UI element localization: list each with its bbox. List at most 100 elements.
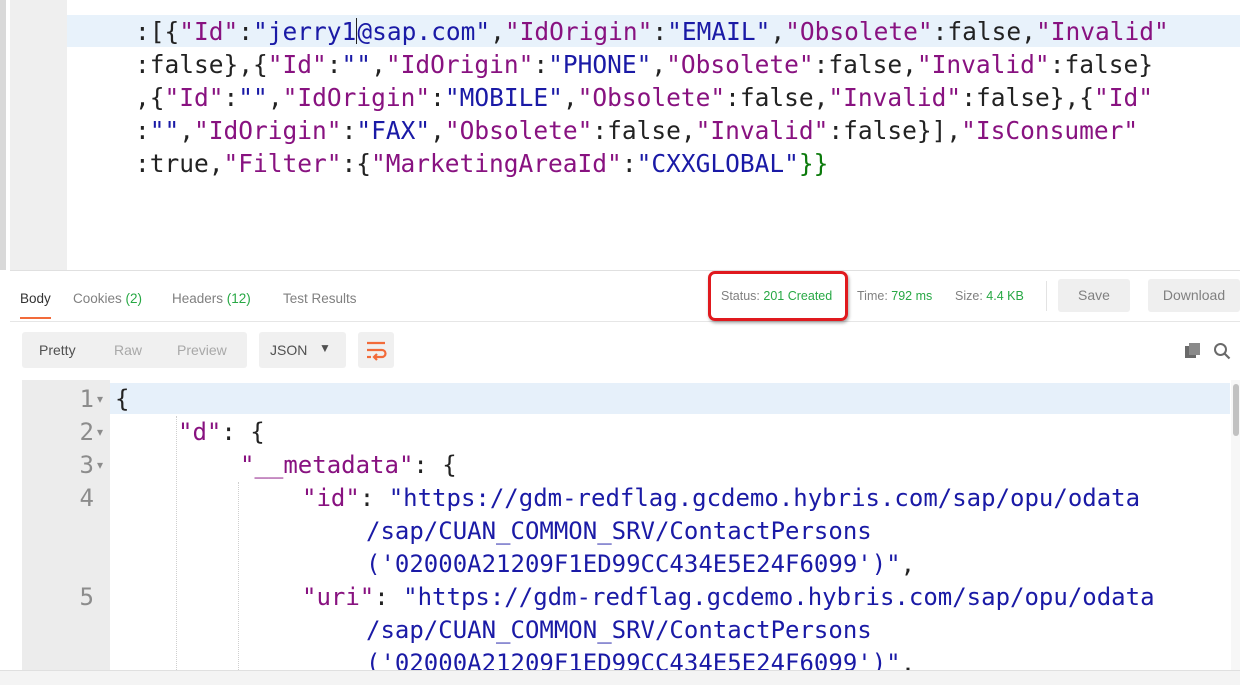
code-token: "Invalid" xyxy=(828,83,962,112)
response-code-line: "__metadata": { xyxy=(240,449,457,482)
window-status-bar xyxy=(0,670,1240,685)
save-button[interactable]: Save xyxy=(1058,279,1130,312)
code-token: , xyxy=(651,50,667,79)
code-token: "Obsolete" xyxy=(785,17,933,46)
code-token: :false} xyxy=(1049,50,1153,79)
caret-down-icon: ▼ xyxy=(319,341,331,355)
response-code-line: "id": "https://gdm-redflag.gcdemo.hybris… xyxy=(302,482,1140,515)
fold-arrow-icon[interactable]: ▾ xyxy=(97,458,103,472)
response-body-viewer[interactable]: 1 ▾{2 ▾ "d": {3 ▾ "__metadata": {4 "id": "http… xyxy=(10,380,1240,670)
code-token: : xyxy=(223,83,239,112)
code-token: "jerry1 xyxy=(253,17,357,46)
response-code-line: ('02000A21209F1ED99CC434E5E24F6099')", xyxy=(366,647,915,670)
line-number: 5 xyxy=(79,583,94,611)
request-code-line: :false},{"Id":"","IdOrigin":"PHONE","Obs… xyxy=(135,48,1153,81)
view-preview[interactable]: Preview xyxy=(177,342,227,358)
response-code-line: { xyxy=(115,383,129,416)
code-token: : xyxy=(359,484,389,512)
code-token: :{ xyxy=(341,149,372,178)
code-token: "EMAIL" xyxy=(667,17,771,46)
copy-icon[interactable] xyxy=(1184,342,1202,360)
code-token: , xyxy=(267,83,283,112)
fold-arrow-icon[interactable]: ▾ xyxy=(97,425,103,439)
code-token: : xyxy=(326,50,342,79)
code-token: , xyxy=(770,17,786,46)
code-token: { xyxy=(115,385,130,413)
response-code-line: /sap/CUAN_COMMON_SRV/ContactPersons xyxy=(366,515,872,548)
tab-headers-label: Headers xyxy=(172,291,224,306)
response-tab-bar: Body Cookies (2) Headers (12) Test Resul… xyxy=(10,270,1240,322)
status-value: 201 Created xyxy=(763,289,833,303)
response-toolbar: Pretty Raw Preview JSON ▼ xyxy=(10,320,1240,380)
code-token: "Id" xyxy=(1093,83,1153,112)
code-token: "Invalid" xyxy=(1035,17,1169,46)
code-token: "Invalid" xyxy=(695,116,829,145)
tab-cookies-count: (2) xyxy=(125,291,143,306)
code-token: "id" xyxy=(302,484,360,512)
tab-cookies-label: Cookies xyxy=(73,291,122,306)
search-icon[interactable] xyxy=(1213,342,1231,360)
line-number: 2 xyxy=(79,418,94,446)
code-token: :false, xyxy=(932,17,1036,46)
response-active-line xyxy=(110,383,1230,414)
code-token: , xyxy=(562,83,578,112)
divider xyxy=(1046,281,1047,311)
code-token: "Invalid" xyxy=(916,50,1050,79)
code-token: , xyxy=(900,550,916,578)
code-token: : xyxy=(533,50,549,79)
code-token: "" xyxy=(341,50,372,79)
code-token: :false, xyxy=(813,50,917,79)
code-token: : xyxy=(238,17,254,46)
tab-body[interactable]: Body xyxy=(20,291,51,319)
scrollbar-thumb[interactable] xyxy=(1233,384,1239,436)
line-number: 4 xyxy=(79,484,94,512)
tab-test-results[interactable]: Test Results xyxy=(283,291,357,306)
fold-arrow-icon[interactable]: ▾ xyxy=(97,392,103,406)
code-token: , xyxy=(430,116,445,145)
view-pretty[interactable]: Pretty xyxy=(39,342,76,358)
code-token: :false},{ xyxy=(961,83,1094,112)
code-token: }} xyxy=(798,149,829,178)
editor-left-border xyxy=(0,0,6,270)
code-token: "IdOrigin" xyxy=(194,116,342,145)
size-label: Size: xyxy=(955,289,983,303)
tab-headers[interactable]: Headers (12) xyxy=(172,291,251,306)
download-button[interactable]: Download xyxy=(1148,279,1240,312)
request-body-editor[interactable]: """"""""""""""""""""""""""""""""""""""""… xyxy=(0,0,1240,270)
code-token: "IdOrigin" xyxy=(504,17,653,46)
code-token: : xyxy=(341,116,357,145)
code-token: "IsConsumer" xyxy=(961,116,1139,145)
code-token: "IdOrigin" xyxy=(385,50,534,79)
code-token: "d" xyxy=(178,418,222,446)
response-code-line: "uri": "https://gdm-redflag.gcdemo.hybri… xyxy=(302,581,1155,614)
tab-cookies[interactable]: Cookies (2) xyxy=(73,291,142,306)
request-line-gutter xyxy=(10,0,67,270)
code-token: : xyxy=(135,116,150,145)
code-token: "__metadata" xyxy=(240,451,414,479)
code-token: "Filter" xyxy=(223,149,342,178)
code-token: @sap.com" xyxy=(357,17,491,46)
code-token: "Obsolete" xyxy=(444,116,593,145)
wrap-lines-icon xyxy=(367,341,387,361)
code-token: :false},{ xyxy=(135,50,268,79)
code-token: , xyxy=(179,116,195,145)
code-token: :false, xyxy=(725,83,829,112)
code-token: "MarketingAreaId" xyxy=(371,149,622,178)
view-raw[interactable]: Raw xyxy=(114,342,142,358)
response-code-line: /sap/CUAN_COMMON_SRV/ContactPersons xyxy=(366,614,872,647)
time-value: 792 ms xyxy=(891,289,933,303)
time-label: Time: xyxy=(857,289,888,303)
code-token: """"""""""""""""""""""""""""""""""""""""… xyxy=(135,0,1156,16)
wrap-lines-button[interactable] xyxy=(358,332,394,368)
format-select[interactable]: JSON ▼ xyxy=(259,332,346,368)
code-token: ('02000A21209F1ED99CC434E5E24F6099')" xyxy=(366,550,901,578)
code-token: :true, xyxy=(135,149,224,178)
code-token: : xyxy=(374,583,404,611)
code-token: : { xyxy=(413,451,457,479)
indent-guide xyxy=(238,482,239,670)
code-token: ,{ xyxy=(135,83,165,112)
code-token: : xyxy=(430,83,445,112)
code-token: : { xyxy=(221,418,265,446)
response-code-line: "d": { xyxy=(178,416,265,449)
code-token: /sap/CUAN_COMMON_SRV/ContactPersons xyxy=(366,517,872,545)
